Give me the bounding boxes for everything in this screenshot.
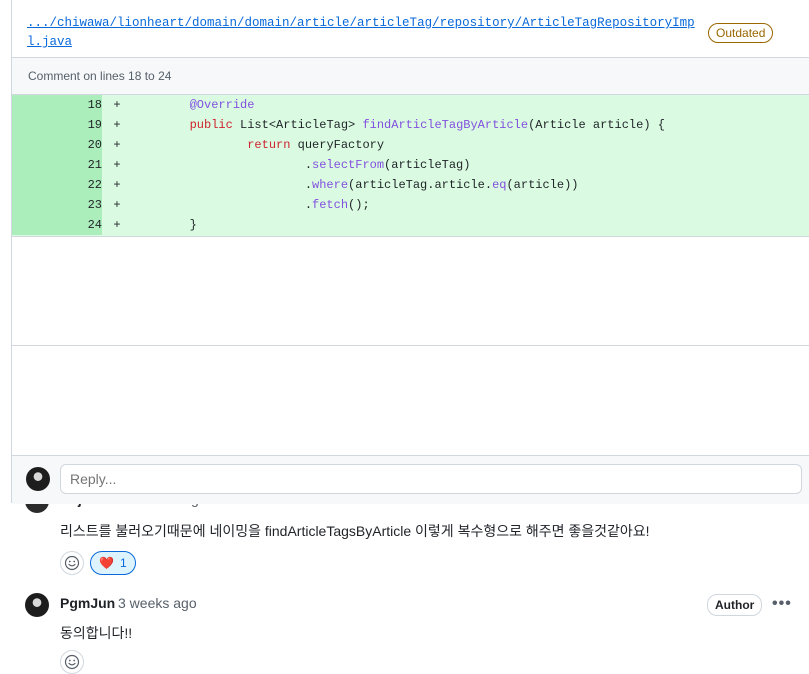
line-number: 23 bbox=[12, 195, 102, 215]
code-line: 21 + .selectFrom(articleTag) bbox=[12, 155, 809, 175]
comment-body: 리스트를 불러오기때문에 네이밍을 findArticleTagsByArtic… bbox=[60, 523, 650, 539]
smiley-icon bbox=[64, 654, 80, 670]
heart-reaction-button[interactable]: ❤️ 1 bbox=[90, 551, 136, 575]
diff-sign: + bbox=[113, 118, 121, 132]
smiley-icon bbox=[64, 555, 80, 571]
current-user-avatar[interactable] bbox=[26, 467, 50, 491]
diff-sign: + bbox=[113, 138, 121, 152]
comment-body: 동의합니다!! bbox=[60, 625, 133, 641]
line-number: 21 bbox=[12, 155, 102, 175]
line-number: 22 bbox=[12, 175, 102, 195]
file-header: .../chiwawa/lionheart/domain/domain/arti… bbox=[12, 0, 809, 58]
code-line: 24 + } bbox=[12, 215, 809, 235]
add-reaction-button[interactable] bbox=[60, 551, 84, 575]
code-text: .selectFrom(articleTag) bbox=[304, 158, 471, 172]
avatar[interactable] bbox=[25, 593, 49, 617]
outdated-badge: Outdated bbox=[708, 23, 774, 43]
file-path-link[interactable]: .../chiwawa/lionheart/domain/domain/arti… bbox=[27, 14, 699, 52]
code-line: 18 + @Override bbox=[12, 95, 809, 115]
reply-input[interactable] bbox=[60, 464, 802, 494]
diff-sign: + bbox=[113, 198, 121, 212]
code-line: 19 + public List<ArticleTag> findArticle… bbox=[12, 115, 809, 135]
comment-timestamp[interactable]: 3 weeks ago bbox=[118, 595, 197, 611]
code-text: } bbox=[189, 218, 197, 232]
reply-bar bbox=[12, 455, 809, 504]
line-number: 24 bbox=[12, 215, 102, 235]
line-number: 18 bbox=[12, 95, 102, 115]
comment-options-button[interactable]: ••• bbox=[772, 595, 792, 613]
code-line: 22 + .where(articleTag.article.eq(articl… bbox=[12, 175, 809, 195]
diff-snippet: 18 + @Override 19 + public List<ArticleT… bbox=[12, 95, 809, 237]
comment-range-label: Comment on lines 18 to 24 bbox=[12, 58, 809, 95]
code-text: @Override bbox=[189, 98, 255, 112]
author-badge: Author bbox=[707, 594, 763, 616]
line-number: 19 bbox=[12, 115, 102, 135]
code-line: 20 + return queryFactory bbox=[12, 135, 809, 155]
review-thread-card: .../chiwawa/lionheart/domain/domain/arti… bbox=[11, 0, 809, 674]
code-text: return queryFactory bbox=[247, 138, 385, 152]
diff-sign: + bbox=[113, 218, 121, 232]
code-text: .fetch(); bbox=[304, 198, 370, 212]
add-reaction-button[interactable] bbox=[60, 650, 84, 674]
code-text: .where(articleTag.article.eq(article)) bbox=[304, 178, 579, 192]
diff-sign: + bbox=[113, 178, 121, 192]
diff-sign: + bbox=[113, 158, 121, 172]
heart-emoji-icon: ❤️ bbox=[99, 556, 114, 570]
code-line: 23 + .fetch(); bbox=[12, 195, 809, 215]
comment-divider bbox=[12, 345, 809, 346]
reaction-count: 1 bbox=[119, 556, 127, 570]
line-number: 20 bbox=[12, 135, 102, 155]
comment-author[interactable]: PgmJun bbox=[60, 595, 115, 611]
code-text: public List<ArticleTag> findArticleTagBy… bbox=[189, 118, 665, 132]
diff-sign: + bbox=[113, 98, 121, 112]
